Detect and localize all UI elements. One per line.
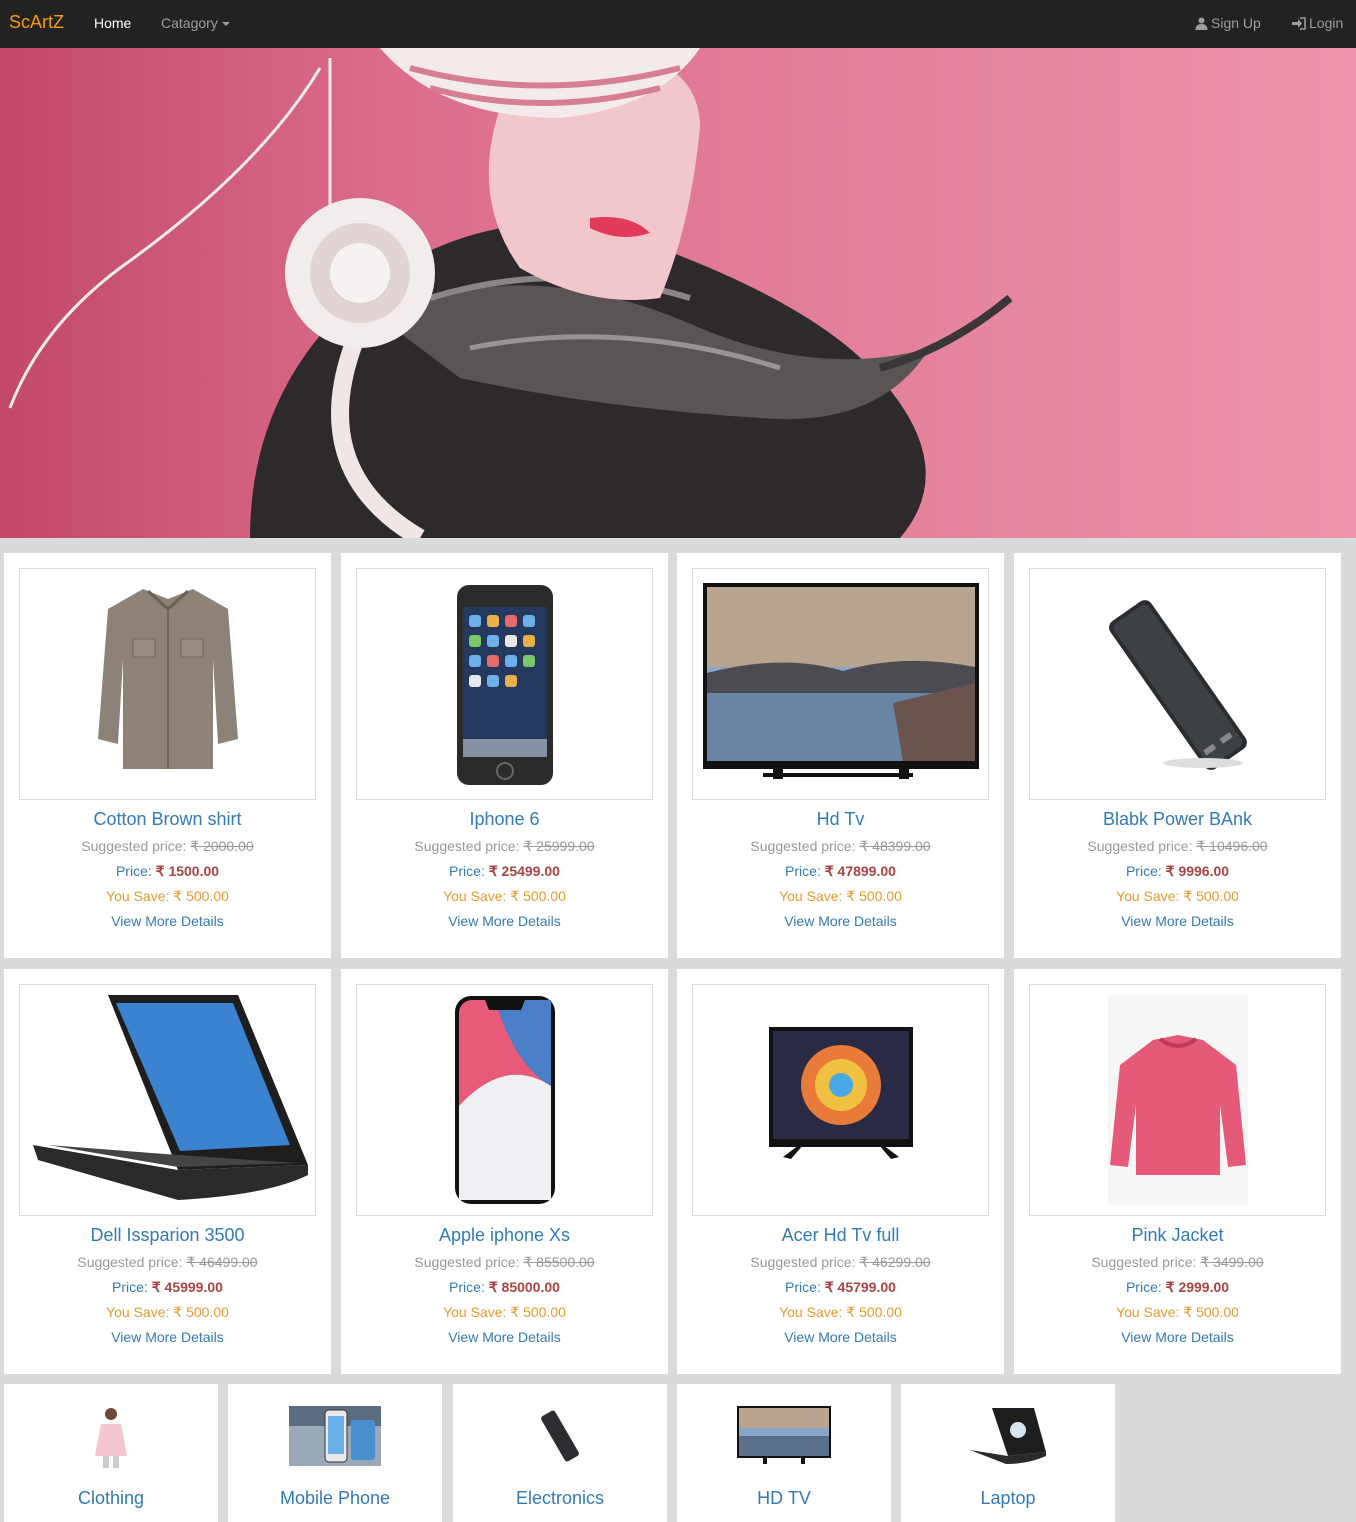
category-label: Laptop: [980, 1488, 1036, 1508]
product-image-link[interactable]: [19, 568, 316, 800]
product-card: Apple iphone Xs Suggested price: ₹ 85500…: [341, 969, 668, 1374]
nav-category-dropdown[interactable]: Catagory: [161, 15, 230, 31]
price: Price: ₹ 47899.00: [785, 863, 896, 879]
price: Price: ₹ 85000.00: [449, 1279, 560, 1295]
product-image-link[interactable]: [356, 568, 653, 800]
phone-image: [456, 585, 553, 785]
product-title[interactable]: Hd Tv: [677, 809, 1004, 830]
powerbank-image: [1108, 600, 1247, 770]
category-label: Clothing: [77, 1488, 145, 1508]
product-card: Hd Tv Suggested price: ₹ 48399.00 Price:…: [677, 553, 1004, 958]
product-image-link[interactable]: [1029, 568, 1326, 800]
you-save: You Save: ₹ 500.00: [1116, 1304, 1239, 1320]
you-save: You Save: ₹ 500.00: [443, 888, 566, 904]
hero-carousel[interactable]: [0, 48, 1356, 538]
powerbank-image: [541, 1410, 579, 1462]
product-title[interactable]: Dell Issparion 3500: [4, 1225, 331, 1246]
price: Price: ₹ 25499.00: [449, 863, 560, 879]
nav-home[interactable]: Home: [94, 15, 131, 31]
you-save: You Save: ₹ 500.00: [106, 888, 229, 904]
category-clothing[interactable]: Clothing: [4, 1384, 218, 1522]
product-card: Dell Issparion 3500 Suggested price: ₹ 4…: [4, 969, 331, 1374]
nav-signup[interactable]: Sign Up: [1195, 15, 1261, 31]
suggested-price: Suggested price: ₹ 3499.00: [1091, 1254, 1264, 1270]
view-more-link[interactable]: View More Details: [341, 1329, 668, 1345]
top-navbar: ScArtZ Home Catagory Sign Up Login: [0, 0, 1356, 48]
you-save: You Save: ₹ 500.00: [443, 1304, 566, 1320]
category-label: Electronics: [515, 1488, 605, 1508]
nav-category-label: Catagory: [161, 15, 218, 31]
view-more-link[interactable]: View More Details: [4, 913, 331, 929]
product-image-link[interactable]: [1029, 984, 1326, 1216]
caret-down-icon: [221, 22, 230, 27]
product-card: Blabk Power BAnk Suggested price: ₹ 1049…: [1014, 553, 1341, 958]
jacket-image: [1107, 995, 1248, 1205]
login-label: Login: [1309, 15, 1344, 31]
suggested-price: Suggested price: ₹ 48399.00: [750, 838, 931, 854]
user-icon: [1195, 17, 1208, 30]
shirt-image: [97, 589, 238, 769]
price: Price: ₹ 9996.00: [1125, 863, 1230, 879]
signup-label: Sign Up: [1211, 15, 1261, 31]
tv-image: [737, 1406, 831, 1464]
product-image-link[interactable]: [692, 568, 989, 800]
product-image-link[interactable]: [356, 984, 653, 1216]
suggested-price: Suggested price: ₹ 2000.00: [81, 838, 254, 854]
price: Price: ₹ 45799.00: [785, 1279, 896, 1295]
category-label: Mobile Phone: [279, 1488, 391, 1508]
category-electronics[interactable]: Electronics: [453, 1384, 667, 1522]
suggested-price: Suggested price: ₹ 10496.00: [1087, 838, 1268, 854]
view-more-link[interactable]: View More Details: [1014, 1329, 1341, 1345]
view-more-link[interactable]: View More Details: [4, 1329, 331, 1345]
you-save: You Save: ₹ 500.00: [106, 1304, 229, 1320]
product-card: Pink Jacket Suggested price: ₹ 3499.00 P…: [1014, 969, 1341, 1374]
product-title[interactable]: Cotton Brown shirt: [4, 809, 331, 830]
product-image-link[interactable]: [19, 984, 316, 1216]
suggested-price: Suggested price: ₹ 85500.00: [414, 1254, 595, 1270]
you-save: You Save: ₹ 500.00: [779, 1304, 902, 1320]
iphone-x-image: [454, 996, 555, 1204]
product-card: Iphone 6 Suggested price: ₹ 25999.00 Pri…: [341, 553, 668, 958]
you-save: You Save: ₹ 500.00: [779, 888, 902, 904]
clothing-image: [95, 1408, 127, 1468]
laptop-image: [970, 1408, 1046, 1464]
nav-login[interactable]: Login: [1292, 15, 1343, 31]
hero-image: [0, 48, 1356, 538]
brand-logo[interactable]: ScArtZ: [9, 12, 64, 33]
product-title[interactable]: Apple iphone Xs: [341, 1225, 668, 1246]
product-title[interactable]: Acer Hd Tv full: [677, 1225, 1004, 1246]
suggested-price: Suggested price: ₹ 46499.00: [77, 1254, 258, 1270]
product-title[interactable]: Blabk Power BAnk: [1014, 809, 1341, 830]
tv-image: [768, 1027, 913, 1159]
price: Price: ₹ 2999.00: [1125, 1279, 1230, 1295]
product-image-link[interactable]: [692, 984, 989, 1216]
product-title[interactable]: Iphone 6: [341, 809, 668, 830]
product-title[interactable]: Pink Jacket: [1014, 1225, 1341, 1246]
tv-image: [702, 583, 979, 779]
login-icon: [1292, 17, 1306, 30]
category-laptop[interactable]: Laptop: [901, 1384, 1115, 1522]
product-card: Cotton Brown shirt Suggested price: ₹ 20…: [4, 553, 331, 958]
suggested-price: Suggested price: ₹ 46299.00: [750, 1254, 931, 1270]
price: Price: ₹ 45999.00: [112, 1279, 223, 1295]
view-more-link[interactable]: View More Details: [341, 913, 668, 929]
product-card: Acer Hd Tv full Suggested price: ₹ 46299…: [677, 969, 1004, 1374]
you-save: You Save: ₹ 500.00: [1116, 888, 1239, 904]
category-label: HD TV: [757, 1488, 811, 1508]
category-mobile-phone[interactable]: Mobile Phone: [228, 1384, 442, 1522]
price: Price: ₹ 1500.00: [115, 863, 220, 879]
view-more-link[interactable]: View More Details: [677, 913, 1004, 929]
suggested-price: Suggested price: ₹ 25999.00: [414, 838, 595, 854]
laptop-image: [32, 995, 308, 1200]
mobile-phone-image: [289, 1406, 381, 1466]
view-more-link[interactable]: View More Details: [677, 1329, 1004, 1345]
category-hd-tv[interactable]: HD TV: [677, 1384, 891, 1522]
view-more-link[interactable]: View More Details: [1014, 913, 1341, 929]
